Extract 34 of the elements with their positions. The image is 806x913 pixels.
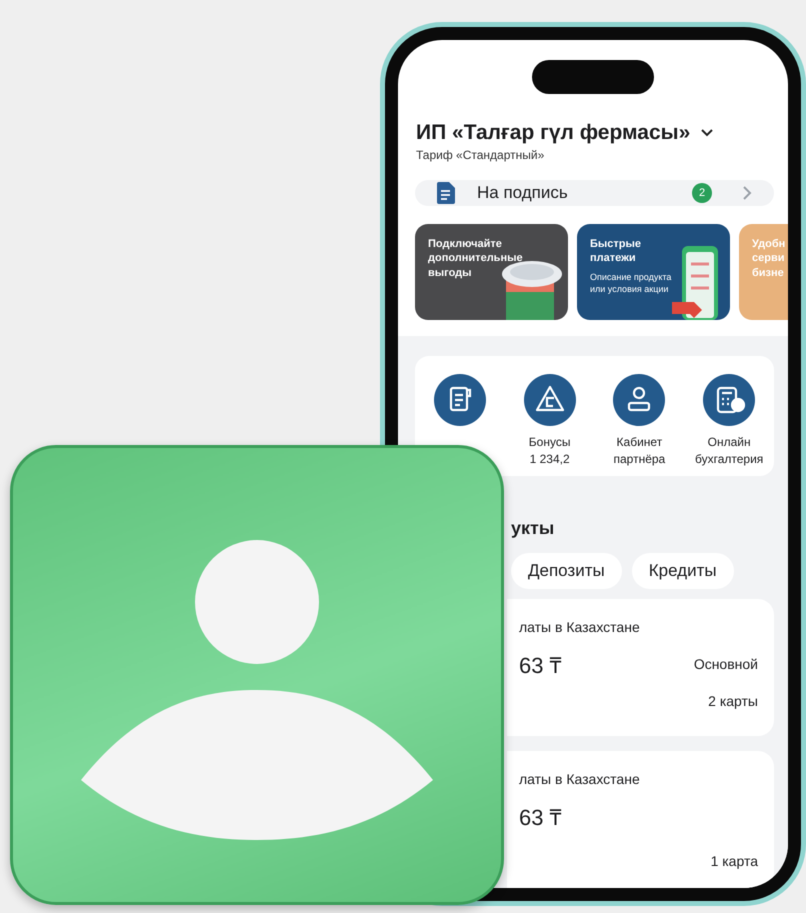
partner-icon[interactable] bbox=[613, 374, 666, 426]
service-label: Кабинет партнёра bbox=[614, 434, 666, 468]
account-name: латы в Казахстане bbox=[519, 771, 641, 787]
sign-label: На подпись bbox=[477, 183, 569, 203]
account-tag: Основной bbox=[694, 656, 758, 672]
company-title[interactable]: ИП «Талғар гүл фермасы» bbox=[416, 121, 690, 145]
document-icon bbox=[437, 182, 455, 204]
count-badge: 2 bbox=[692, 183, 712, 203]
promo-title: Подключайте дополнительные выгоды bbox=[428, 237, 524, 280]
product-tab[interactable]: Кредиты bbox=[632, 553, 734, 589]
account-card[interactable]: латы в Казахстане 63 ₸ Основной 2 карты bbox=[507, 599, 774, 736]
promo-card[interactable]: Быстрые платежи Описание продукта или условия акции bbox=[577, 224, 730, 320]
chevron-down-icon[interactable] bbox=[700, 128, 714, 138]
promo-title: Удобн серви бизне bbox=[752, 237, 786, 280]
promo-title: Быстрые платежи bbox=[590, 237, 642, 266]
product-tab[interactable]: Депозиты bbox=[511, 553, 622, 589]
account-name: латы в Казахстане bbox=[519, 619, 641, 635]
account-balance: 63 ₸ bbox=[519, 652, 562, 679]
section-title: укты bbox=[511, 518, 556, 539]
tariff-label: Тариф «Стандартный» bbox=[416, 148, 546, 162]
account-card[interactable]: латы в Казахстане 63 ₸ 1 карта bbox=[507, 751, 774, 888]
promo-description: Описание продукта или условия акции bbox=[590, 270, 672, 296]
service-label: Бонусы 1 234,2 bbox=[528, 434, 570, 468]
invoice-icon[interactable] bbox=[434, 374, 486, 426]
card-count: 2 карты bbox=[708, 693, 758, 709]
person-icon bbox=[81, 540, 433, 840]
sign-card[interactable]: На подпись 2 bbox=[415, 180, 774, 206]
service-label: Онлайн бухгалтерия bbox=[694, 434, 764, 468]
accounting-icon[interactable] bbox=[703, 374, 756, 426]
card-count: 1 карта bbox=[710, 853, 758, 869]
chevron-right-icon bbox=[742, 185, 752, 201]
account-balance: 63 ₸ bbox=[519, 804, 562, 831]
promo-card[interactable]: Подключайте дополнительные выгоды bbox=[415, 224, 568, 320]
bonus-icon[interactable] bbox=[524, 374, 576, 426]
